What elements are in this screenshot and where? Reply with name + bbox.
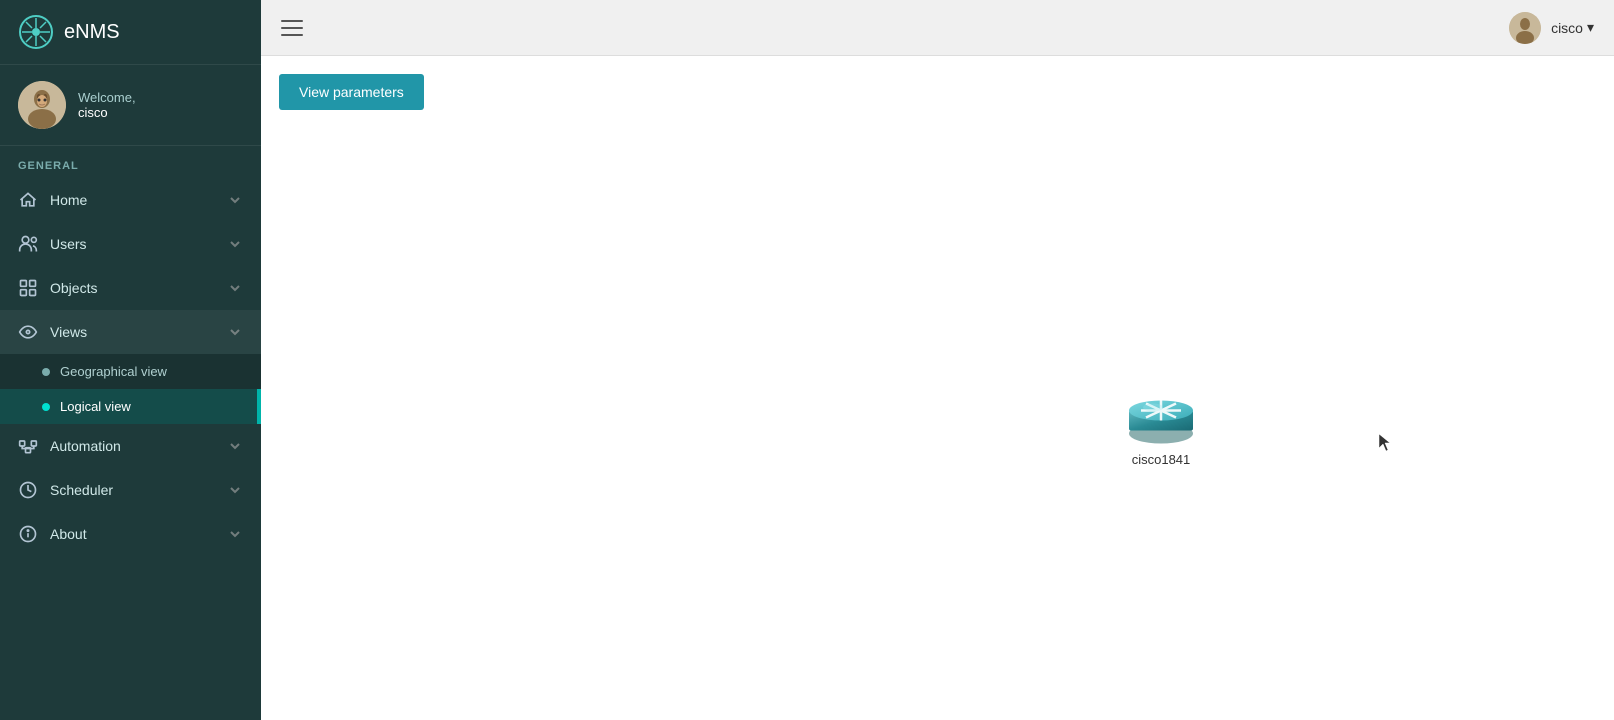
home-chevron-icon bbox=[227, 192, 243, 208]
topbar-avatar-image bbox=[1509, 12, 1541, 44]
nav-scheduler-label: Scheduler bbox=[50, 482, 113, 498]
geo-dot bbox=[42, 368, 50, 376]
topbar-avatar bbox=[1509, 12, 1541, 44]
sidebar-logo: eNMS bbox=[0, 0, 261, 65]
views-icon bbox=[18, 322, 38, 342]
logical-dot bbox=[42, 403, 50, 411]
nav-views-label: Views bbox=[50, 324, 87, 340]
topbar: cisco ▾ bbox=[261, 0, 1614, 56]
sidebar: eNMS Welcome, cisco GENERAL bbox=[0, 0, 261, 720]
logical-view-label: Logical view bbox=[60, 399, 131, 414]
objects-icon bbox=[18, 278, 38, 298]
about-chevron-icon bbox=[227, 526, 243, 542]
automation-icon bbox=[18, 436, 38, 456]
device-name-label: cisco1841 bbox=[1132, 452, 1191, 467]
nav-automation-label: Automation bbox=[50, 438, 121, 454]
hamburger-line-2 bbox=[281, 27, 303, 29]
nav-objects[interactable]: Objects bbox=[0, 266, 261, 310]
nav-views[interactable]: Views bbox=[0, 310, 261, 354]
hamburger-line-1 bbox=[281, 20, 303, 22]
hamburger-line-3 bbox=[281, 34, 303, 36]
router-icon bbox=[1121, 386, 1201, 446]
topbar-chevron: ▾ bbox=[1587, 19, 1594, 36]
scheduler-icon bbox=[18, 480, 38, 500]
geo-view-label: Geographical view bbox=[60, 364, 167, 379]
scheduler-chevron-icon bbox=[227, 482, 243, 498]
sidebar-item-logical-view[interactable]: Logical view bbox=[0, 389, 261, 424]
topbar-username-text: cisco bbox=[1551, 20, 1583, 36]
device-cisco1841[interactable]: cisco1841 bbox=[1121, 386, 1201, 467]
nav-about[interactable]: About bbox=[0, 512, 261, 556]
mouse-cursor bbox=[1379, 434, 1391, 452]
avatar-image bbox=[18, 81, 66, 129]
views-chevron-icon bbox=[227, 324, 243, 340]
user-info: Welcome, cisco bbox=[78, 90, 136, 120]
about-icon bbox=[18, 524, 38, 544]
enms-logo-icon bbox=[18, 14, 54, 50]
nav-about-label: About bbox=[50, 526, 87, 542]
users-chevron-icon bbox=[227, 236, 243, 252]
nav-scheduler[interactable]: Scheduler bbox=[0, 468, 261, 512]
general-section-label: GENERAL bbox=[0, 146, 261, 178]
main-content: View parameters bbox=[261, 56, 1614, 720]
avatar bbox=[18, 81, 66, 129]
nav-home-label: Home bbox=[50, 192, 87, 208]
user-section: Welcome, cisco bbox=[0, 65, 261, 146]
nav-home[interactable]: Home bbox=[0, 178, 261, 222]
topbar-username[interactable]: cisco ▾ bbox=[1551, 19, 1594, 36]
nav-users-label: Users bbox=[50, 236, 87, 252]
app-name: eNMS bbox=[64, 21, 120, 44]
sidebar-item-geographical-view[interactable]: Geographical view bbox=[0, 354, 261, 389]
home-icon bbox=[18, 190, 38, 210]
sidebar-username: cisco bbox=[78, 105, 136, 120]
topbar-right: cisco ▾ bbox=[1509, 12, 1594, 44]
nav-users[interactable]: Users bbox=[0, 222, 261, 266]
nav-automation[interactable]: Automation bbox=[0, 424, 261, 468]
objects-chevron-icon bbox=[227, 280, 243, 296]
main-area: cisco ▾ View parameters bbox=[261, 0, 1614, 720]
views-sub-nav: Geographical view Logical view bbox=[0, 354, 261, 424]
users-icon bbox=[18, 234, 38, 254]
hamburger-menu[interactable] bbox=[281, 20, 303, 36]
view-parameters-button[interactable]: View parameters bbox=[279, 74, 424, 110]
automation-chevron-icon bbox=[227, 438, 243, 454]
welcome-label: Welcome, bbox=[78, 90, 136, 105]
nav-objects-label: Objects bbox=[50, 280, 97, 296]
